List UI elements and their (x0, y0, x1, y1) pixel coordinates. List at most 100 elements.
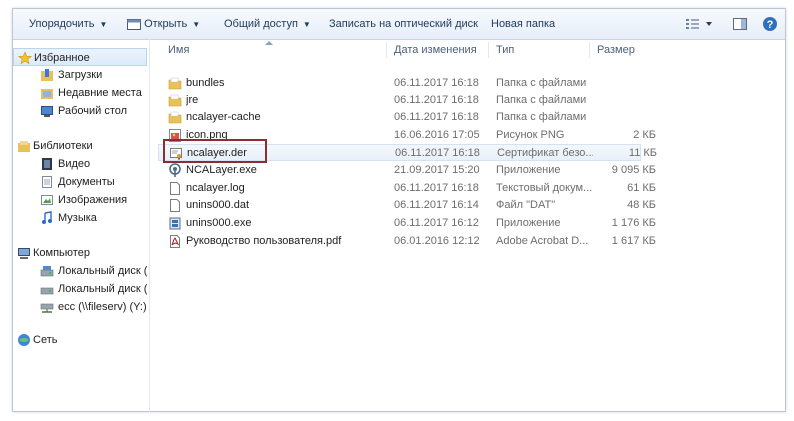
view-list-icon (686, 19, 712, 29)
recent-places-icon (41, 89, 53, 99)
nav-item-network-drive[interactable]: ecc (\\fileserv) (Y:) (13, 298, 147, 316)
chevron-down-icon: ▼ (99, 20, 108, 29)
column-header-name[interactable]: Имя (168, 39, 378, 61)
folder-icon (168, 94, 182, 107)
file-row[interactable]: bundles 06.11.2017 16:18 Папка с файлами (158, 75, 641, 92)
help-icon: ? (763, 17, 777, 31)
highlight-annotation (163, 139, 267, 163)
file-size: 11 КБ (628, 147, 657, 159)
file-type: Приложение (496, 164, 561, 176)
new-folder-button[interactable]: Новая папка (491, 9, 555, 39)
toolbar: Упорядочить ▼ Открыть ▼ Общий доступ ▼ Запи… (13, 9, 785, 40)
nav-label: Недавние места (58, 87, 142, 99)
pictures-icon (41, 195, 53, 205)
nav-item-favorites[interactable]: Избранное (13, 48, 147, 66)
nav-item-desktop[interactable]: Рабочий стол (13, 102, 147, 120)
chevron-down-icon: ▼ (192, 20, 201, 29)
downloads-folder-icon (41, 69, 53, 81)
nav-label: Загрузки (58, 69, 103, 81)
nav-item-documents[interactable]: Документы (13, 173, 147, 191)
file-type: Папка с файлами (496, 111, 587, 123)
local-disk-icon (40, 287, 54, 295)
nav-item-network[interactable]: Сеть (13, 331, 147, 349)
column-separator[interactable] (589, 42, 590, 58)
file-row[interactable]: NCALayer.exe 21.09.2017 15:20 Приложение… (158, 162, 656, 179)
file-date: 06.11.2017 16:18 (394, 111, 479, 123)
file-row[interactable]: ncalayer-cache 06.11.2017 16:18 Папка с … (158, 109, 641, 126)
network-drive-icon (40, 303, 54, 313)
nav-item-video[interactable]: Видео (13, 155, 147, 173)
file-type: Приложение (496, 217, 561, 229)
file-row[interactable]: ncalayer.log 06.11.2017 16:18 Текстовый … (158, 180, 656, 197)
file-size: 1 176 КБ (611, 217, 656, 229)
nav-label: Локальный диск (D (58, 283, 147, 295)
file-type: Текстовый докум... (496, 182, 592, 194)
nav-item-music[interactable]: Музыка (13, 209, 147, 227)
nav-item-pictures[interactable]: Изображения (13, 191, 147, 209)
column-header-label: Тип (496, 44, 515, 56)
file-date: 06.11.2017 16:18 (394, 77, 479, 89)
nav-label: Компьютер (33, 247, 90, 259)
nav-label: Библиотеки (33, 140, 93, 152)
file-name: ncalayer.log (186, 182, 245, 194)
file-row[interactable]: Руководство пользователя.pdf 06.01.2016 … (158, 233, 656, 250)
music-icon (42, 211, 52, 224)
share-label: Общий доступ (224, 18, 298, 30)
explorer-window: Упорядочить ▼ Открыть ▼ Общий доступ ▼ Запи… (12, 8, 786, 412)
file-name: unins000.dat (186, 199, 249, 211)
share-button[interactable]: Общий доступ ▼ (224, 9, 311, 39)
column-header-label: Дата изменения (394, 44, 477, 56)
pdf-icon (170, 235, 180, 248)
nav-item-computer[interactable]: Компьютер (13, 244, 147, 262)
file-date: 16.06.2016 17:05 (394, 129, 480, 141)
nav-item-recent[interactable]: Недавние места (13, 84, 147, 102)
column-separator[interactable] (386, 42, 387, 58)
folder-icon (168, 111, 182, 124)
file-size: 48 КБ (627, 199, 656, 211)
preview-pane-button[interactable] (732, 16, 748, 32)
nav-label: Сеть (33, 334, 58, 346)
column-header-type[interactable]: Тип (496, 39, 586, 61)
open-button[interactable]: Открыть ▼ (127, 9, 200, 39)
organize-button[interactable]: Упорядочить ▼ (29, 9, 107, 39)
nav-item-downloads[interactable]: Загрузки (13, 66, 147, 84)
column-header-date[interactable]: Дата изменения (394, 39, 484, 61)
nav-item-disk-d[interactable]: Локальный диск (D (13, 280, 147, 298)
file-date: 06.11.2017 16:18 (395, 147, 480, 159)
file-name: unins000.exe (186, 217, 252, 229)
column-separator[interactable] (488, 42, 489, 58)
nav-item-libraries[interactable]: Библиотеки (13, 137, 147, 155)
file-row[interactable]: unins000.exe 06.11.2017 16:12 Приложение… (158, 215, 656, 232)
view-options-button[interactable] (685, 16, 717, 32)
burn-button[interactable]: Записать на оптический диск (329, 9, 478, 39)
nav-item-disk-c[interactable]: Локальный диск (C (13, 262, 147, 280)
file-date: 06.01.2016 12:12 (394, 235, 480, 247)
open-icon (127, 19, 141, 31)
file-name: NCALayer.exe (186, 164, 257, 176)
app-icon (169, 163, 181, 177)
chevron-down-icon: ▼ (302, 20, 311, 29)
desktop-icon (41, 106, 53, 117)
burn-label: Записать на оптический диск (329, 18, 478, 30)
file-icon (170, 199, 180, 212)
file-row[interactable]: jre 06.11.2017 16:18 Папка с файлами (158, 92, 641, 109)
navigation-pane: Избранное Загрузки Недавние места Рабочи… (13, 39, 149, 412)
documents-icon (42, 176, 52, 188)
file-date: 06.11.2017 16:18 (394, 182, 479, 194)
open-label: Открыть (144, 18, 188, 30)
help-button[interactable]: ? (762, 16, 778, 32)
file-size: 1 617 КБ (611, 235, 656, 247)
file-size: 2 КБ (633, 129, 656, 141)
computer-icon (18, 248, 30, 259)
file-date: 06.11.2017 16:18 (394, 94, 479, 106)
file-type: Рисунок PNG (496, 129, 565, 141)
file-row[interactable]: unins000.dat 06.11.2017 16:14 Файл "DAT"… (158, 197, 656, 214)
installer-icon (169, 217, 181, 230)
nav-label: ecc (\\fileserv) (Y:) (58, 301, 147, 313)
column-header-size[interactable]: Размер (597, 39, 657, 61)
svg-text:?: ? (767, 19, 774, 31)
column-header-label: Размер (597, 44, 635, 56)
file-date: 21.09.2017 15:20 (394, 164, 480, 176)
file-type: Папка с файлами (496, 77, 587, 89)
nav-label: Избранное (34, 52, 90, 64)
